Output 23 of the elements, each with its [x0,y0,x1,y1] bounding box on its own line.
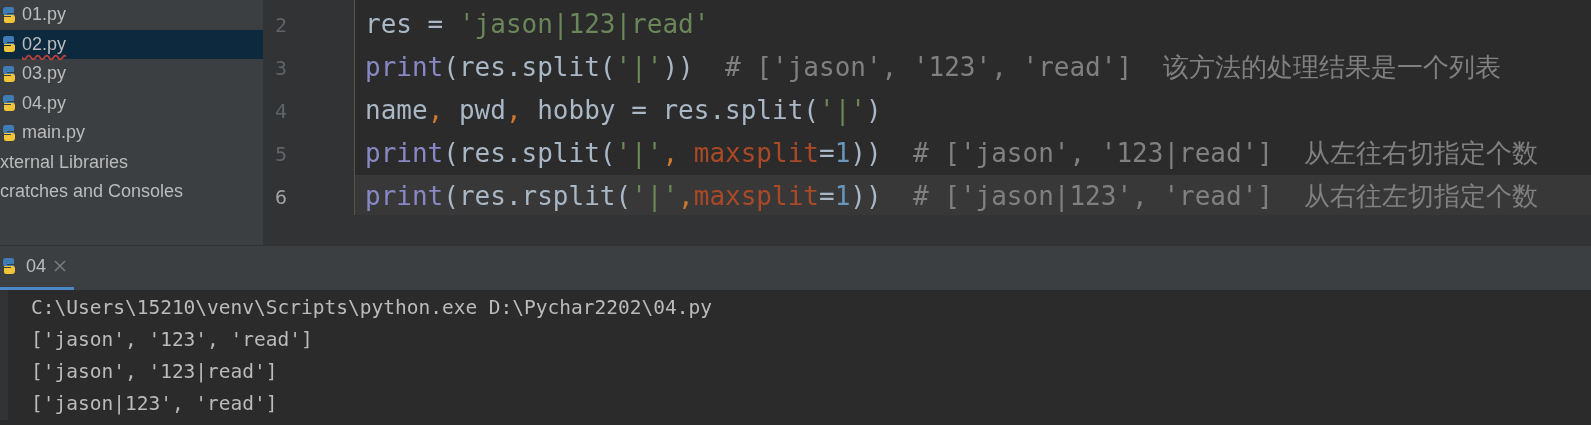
python-file-icon [0,123,18,142]
console-output-line: C:\Users\15210\venv\Scripts\python.exe D:\Pychar2202\04.py [31,295,713,322]
tree-item[interactable]: main.py [0,118,263,148]
python-file-icon [0,94,18,113]
tree-item[interactable]: cratches and Consoles [0,177,263,207]
python-file-icon [0,5,18,24]
python-file-icon [0,35,18,54]
code-line: print(res.split('|')) # ['jason', '123', 'read'] 该方法的处理结果是一个列表 [364,51,1503,85]
tree-item[interactable]: 01.py [0,0,263,30]
python-file-icon [0,64,18,83]
tree-item[interactable]: xternal Libraries [0,147,263,177]
tree-item[interactable]: 02.py [0,29,263,59]
code-line: res = 'jason|123|read' [364,8,711,42]
tree-item[interactable]: 03.py [0,59,263,89]
console-output-line: ['jason|123', 'read'] [31,391,279,418]
line-number: 6 [275,183,288,211]
console-output-line: ['jason', '123|read'] [31,359,279,386]
close-icon[interactable] [54,260,67,272]
console-output-line: ['jason', '123', 'read'] [31,327,314,354]
tree-item[interactable]: 04.py [0,88,263,118]
code-line: name, pwd, hobby = res.split('|') [364,94,883,128]
python-file-icon [0,257,18,275]
code-line: print(res.split('|', maxsplit=1)) # ['jason', '123|read'] 从左往右切指定个数 [364,137,1540,171]
